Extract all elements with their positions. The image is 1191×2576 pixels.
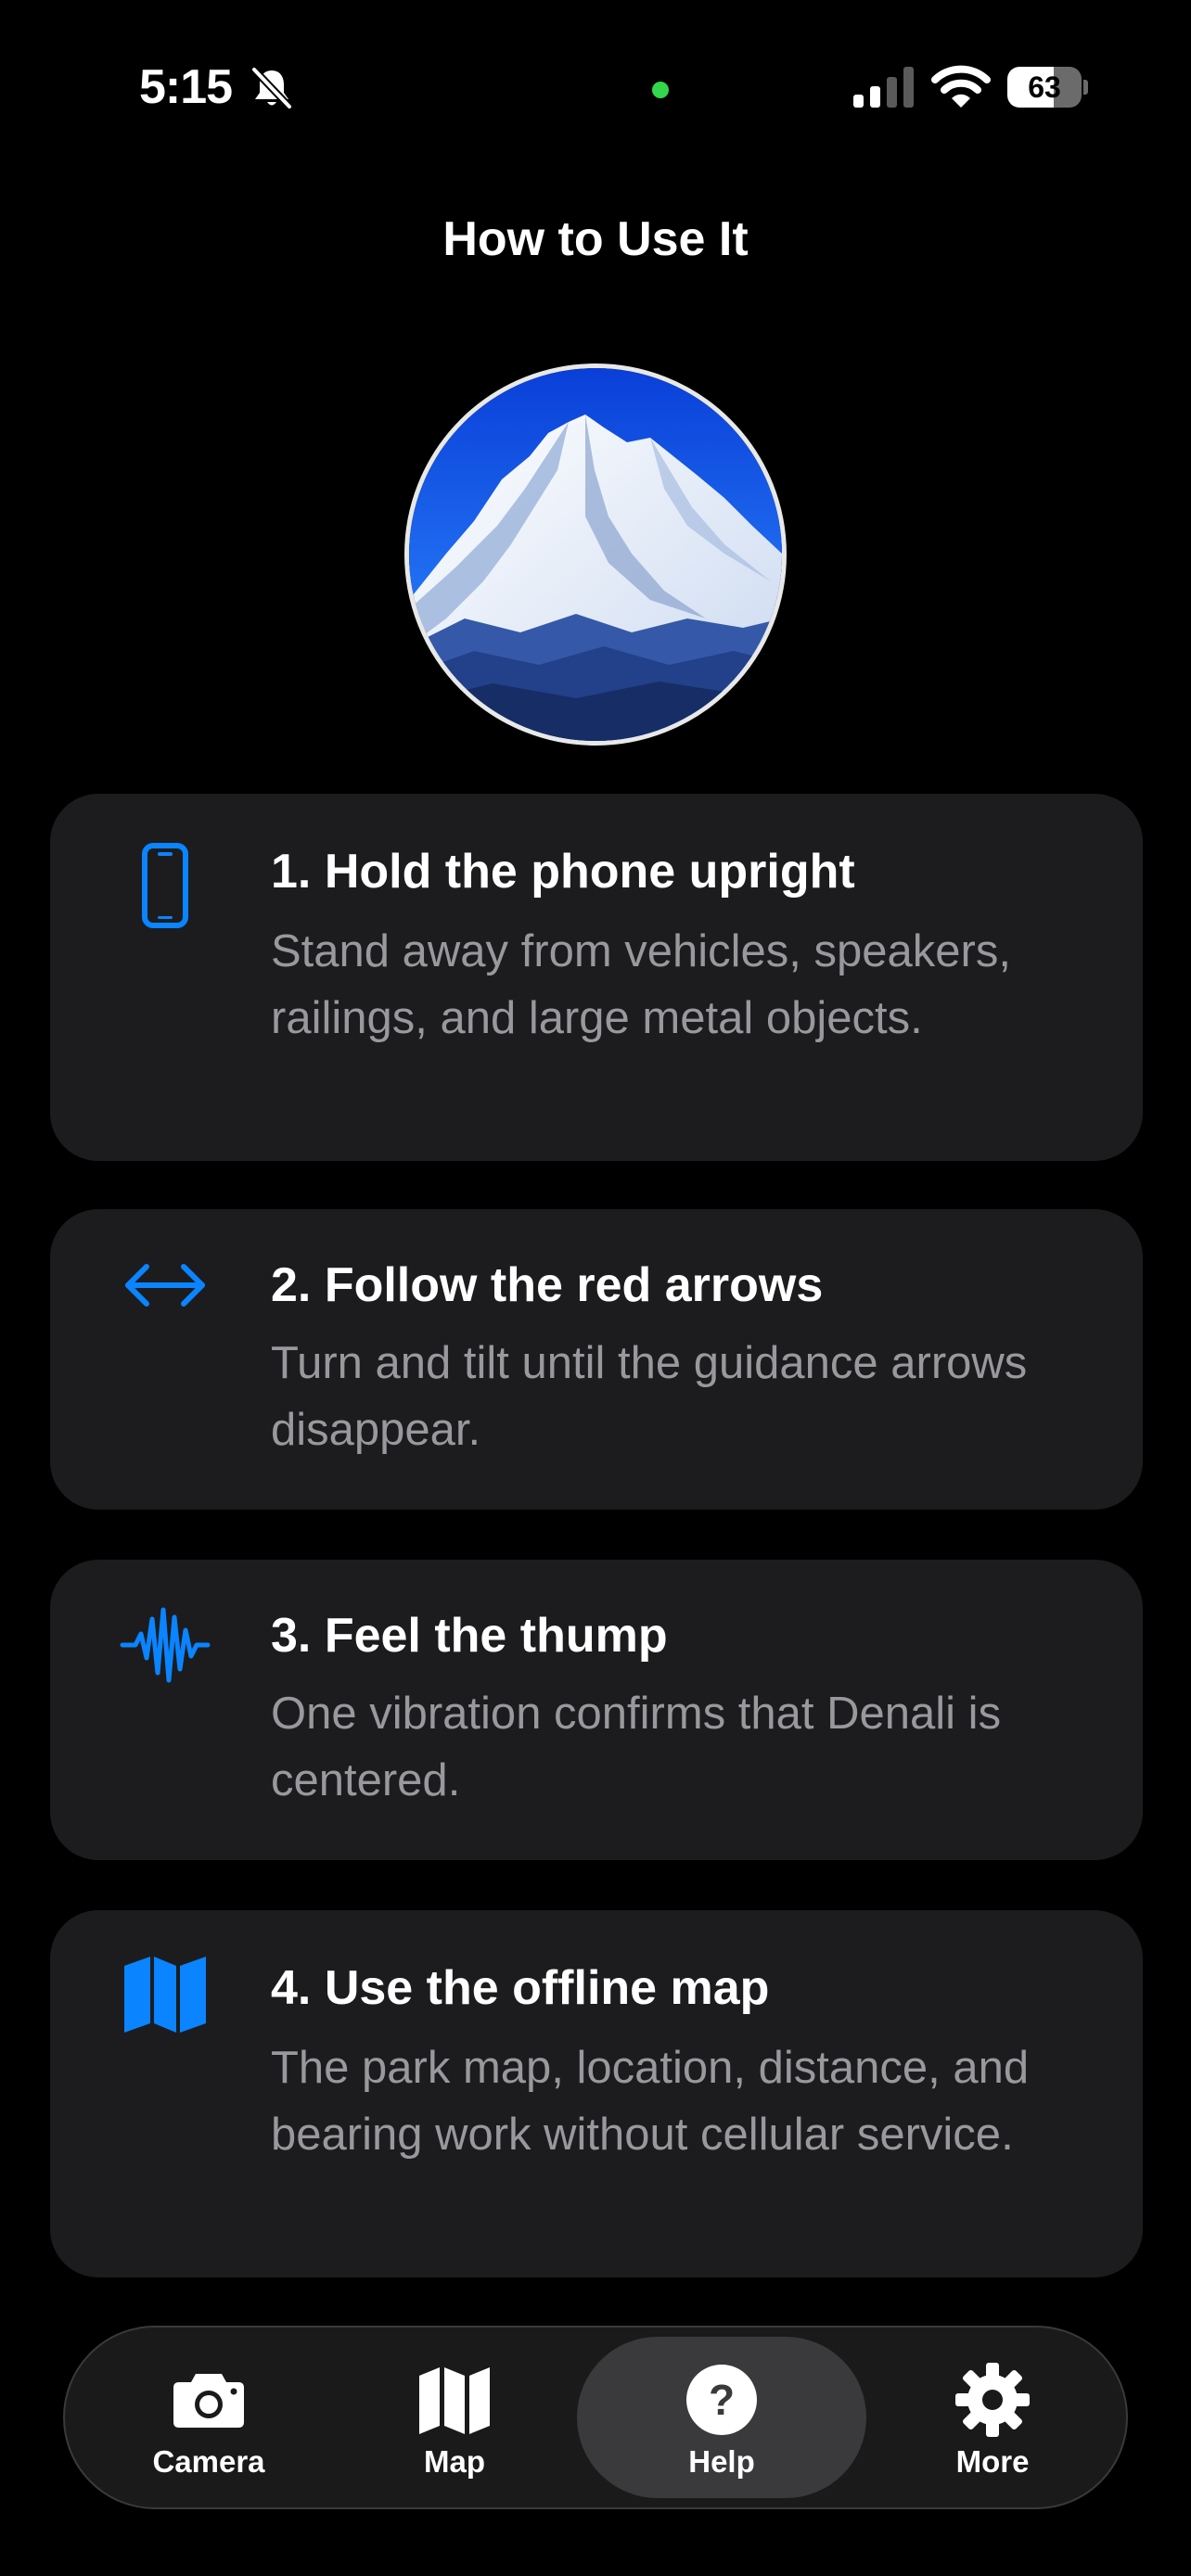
tab-more[interactable]: More — [881, 2337, 1104, 2498]
tab-more-label: More — [955, 2444, 1030, 2479]
waveform-icon — [120, 1607, 211, 1683]
camera-icon — [173, 2374, 244, 2428]
battery-percentage: 63 — [1028, 70, 1061, 104]
tab-bar: Camera Map ? Help More — [63, 2326, 1128, 2509]
page-title: How to Use It — [442, 212, 749, 266]
cellular-signal-icon — [853, 67, 914, 108]
tab-camera-label: Camera — [152, 2444, 265, 2479]
tab-help[interactable]: ? Help — [577, 2337, 866, 2498]
step-title: 3. Feel the thump — [271, 1609, 668, 1663]
step-description: The park map, location, distance, and be… — [271, 2043, 1030, 2160]
tab-camera[interactable]: Camera — [93, 2337, 325, 2498]
privacy-indicator-dot — [652, 82, 669, 98]
step-title: 1. Hold the phone upright — [271, 845, 855, 899]
battery-indicator: 63 — [1007, 67, 1088, 108]
tab-help-label: Help — [688, 2444, 755, 2479]
status-time: 5:15 — [139, 60, 233, 114]
step-description: One vibration confirms that Denali is ce… — [271, 1689, 1002, 1805]
wifi-icon — [931, 65, 991, 108]
left-right-arrow-icon — [125, 1264, 205, 1307]
bell-muted-icon — [251, 67, 292, 109]
map-icon — [124, 1957, 206, 2033]
svg-text:?: ? — [709, 2376, 735, 2424]
step-title: 2. Follow the red arrows — [271, 1258, 824, 1312]
map-icon — [419, 2367, 490, 2434]
tab-map-label: Map — [424, 2444, 485, 2479]
step-description: Stand away from vehicles, speakers, rail… — [271, 926, 1011, 1043]
phone-icon — [142, 843, 188, 928]
step-card-follow-arrows: 2. Follow the red arrows Turn and tilt u… — [50, 1209, 1143, 1510]
step-title: 4. Use the offline map — [271, 1961, 770, 2015]
step-description: Turn and tilt until the guidance arrows … — [271, 1338, 1028, 1455]
step-card-offline-map: 4. Use the offline map The park map, loc… — [50, 1910, 1143, 2277]
mountain-hero-image — [404, 363, 787, 746]
step-card-feel-thump: 3. Feel the thump One vibration confirms… — [50, 1560, 1143, 1860]
status-bar: 5:15 63 — [0, 0, 1191, 176]
tab-map[interactable]: Map — [343, 2337, 566, 2498]
step-card-hold-upright: 1. Hold the phone upright Stand away fro… — [50, 794, 1143, 1161]
question-mark-icon: ? — [686, 2365, 757, 2435]
gear-icon — [955, 2363, 1030, 2437]
